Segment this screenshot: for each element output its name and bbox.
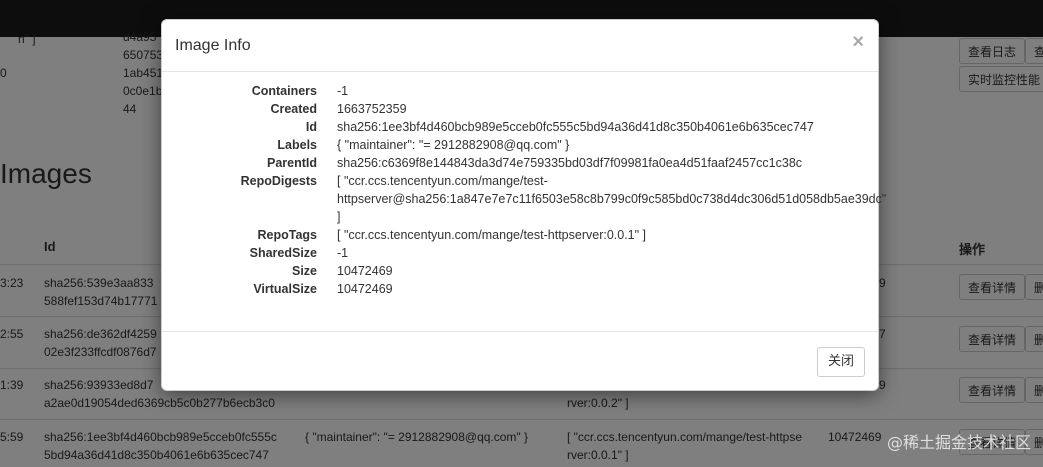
modal-title: Image Info: [175, 37, 251, 54]
field-row: RepoDigests [ "ccr.ccs.tencentyun.com/ma…: [162, 172, 887, 226]
field-key: RepoTags: [257, 228, 318, 242]
field-key: Size: [291, 264, 317, 278]
modal-body: Containers -1 Created 1663752359 Id sha2…: [162, 82, 887, 298]
field-value: 10472469: [337, 264, 393, 278]
field-value: -1: [337, 246, 349, 260]
field-value: 10472469: [337, 282, 393, 296]
image-info-modal: Image Info × Containers -1 Created 16637…: [161, 19, 887, 392]
field-key: Id: [305, 120, 317, 134]
field-key: SharedSize: [249, 246, 317, 260]
field-value: { "maintainer": "= 2912882908@qq.com" }: [337, 138, 570, 152]
field-key: Created: [270, 102, 317, 116]
field-row: Containers -1: [162, 82, 878, 100]
close-icon[interactable]: ×: [852, 31, 864, 54]
modal-header: Image Info ×: [162, 20, 878, 72]
watermark: @稀土掘金技术社区: [886, 433, 1031, 452]
field-value: ]: [337, 210, 341, 224]
field-row: VirtualSize 10472469: [162, 280, 878, 298]
field-key: ParentId: [266, 156, 317, 170]
field-key: VirtualSize: [253, 282, 317, 296]
field-row: SharedSize -1: [162, 244, 878, 262]
field-value: 1663752359: [337, 102, 407, 116]
field-key: Containers: [251, 84, 317, 98]
field-row: Id sha256:1ee3bf4d460bcb989e5cceb0fc555c…: [162, 118, 878, 136]
modal-footer: 关闭: [162, 331, 878, 392]
field-row: Labels { "maintainer": "= 2912882908@qq.…: [162, 136, 878, 154]
field-row: Created 1663752359: [162, 100, 878, 118]
field-value: [ "ccr.ccs.tencentyun.com/mange/test-htt…: [337, 228, 647, 242]
field-row: ParentId sha256:c6369f8e144843da3d74e759…: [162, 154, 878, 172]
field-value: -1: [337, 84, 349, 98]
close-button[interactable]: 关闭: [817, 347, 865, 377]
field-value: [ "ccr.ccs.tencentyun.com/mange/test-: [337, 174, 548, 188]
field-value: httpserver@sha256:1a847e7e7c11f6503e58c8…: [337, 192, 887, 206]
field-row: Size 10472469: [162, 262, 878, 280]
field-row: RepoTags [ "ccr.ccs.tencentyun.com/mange…: [162, 226, 878, 244]
field-value: sha256:1ee3bf4d460bcb989e5cceb0fc555c5bd…: [337, 120, 814, 134]
field-key: Labels: [277, 138, 317, 152]
field-value: sha256:c6369f8e144843da3d74e759335bd03df…: [337, 156, 803, 170]
field-key: RepoDigests: [240, 174, 317, 188]
